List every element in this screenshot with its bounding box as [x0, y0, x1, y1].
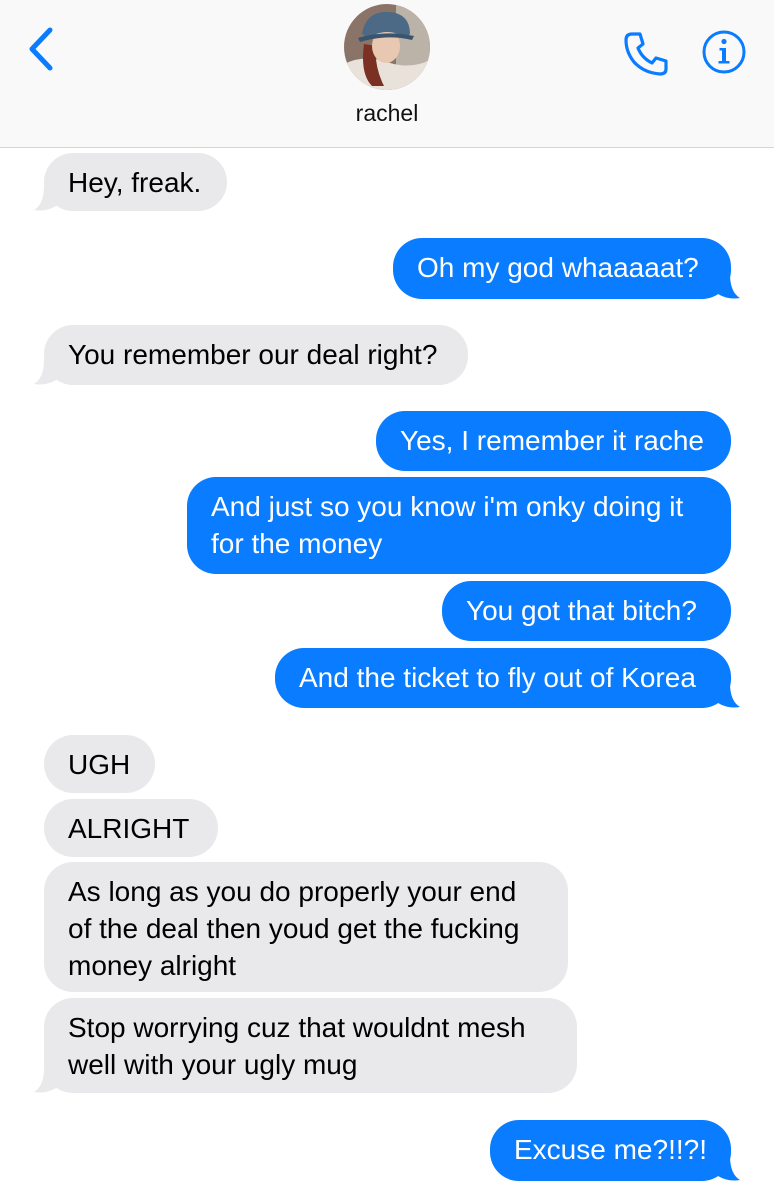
- message-text: ALRIGHT: [68, 813, 190, 844]
- message-text: UGH: [68, 749, 131, 780]
- message-text: Excuse me?!!?!: [514, 1134, 707, 1165]
- message-text: Stop worrying cuz that wouldnt mesh well…: [68, 1012, 526, 1080]
- bubble-tail: [718, 1156, 740, 1181]
- message-text: You remember our deal right?: [68, 339, 438, 370]
- message-bubble-outgoing[interactable]: You got that bitch?: [442, 581, 731, 641]
- message-text: And just so you know i'm onky doing it f…: [211, 491, 684, 559]
- chevron-left-icon: [29, 27, 53, 71]
- message-text: Yes, I remember it rache: [400, 425, 704, 456]
- avatar[interactable]: [344, 4, 430, 90]
- message-bubble-outgoing[interactable]: Oh my god whaaaaat?: [393, 238, 731, 299]
- message-text: Oh my god whaaaaat?: [417, 252, 699, 283]
- message-bubble-incoming[interactable]: Hey, freak.: [44, 153, 227, 211]
- info-icon: [702, 30, 746, 74]
- phone-icon: [624, 32, 668, 76]
- message-bubble-incoming[interactable]: ALRIGHT: [44, 799, 218, 857]
- message-bubble-outgoing[interactable]: Yes, I remember it rache: [376, 411, 731, 471]
- message-bubble-incoming[interactable]: You remember our deal right?: [44, 325, 468, 385]
- back-button[interactable]: [24, 26, 60, 72]
- contact-photo: [344, 4, 430, 90]
- call-button[interactable]: [622, 28, 672, 78]
- bubble-tail: [34, 1068, 56, 1093]
- message-bubble-incoming[interactable]: As long as you do properly your end of t…: [44, 862, 568, 992]
- contact-name[interactable]: rachel: [0, 100, 774, 127]
- message-bubble-incoming[interactable]: UGH: [44, 735, 155, 793]
- message-text: And the ticket to fly out of Korea: [299, 662, 696, 693]
- bubble-tail: [34, 360, 56, 385]
- message-text: As long as you do properly your end of t…: [68, 876, 520, 981]
- message-bubble-outgoing[interactable]: Excuse me?!!?!: [490, 1120, 731, 1181]
- message-text: You got that bitch?: [466, 595, 697, 626]
- message-text: Hey, freak.: [68, 167, 202, 198]
- message-bubble-outgoing[interactable]: And the ticket to fly out of Korea: [275, 648, 731, 708]
- message-bubble-incoming[interactable]: Stop worrying cuz that wouldnt mesh well…: [44, 998, 577, 1093]
- bubble-tail: [34, 186, 56, 211]
- bubble-tail: [718, 274, 740, 299]
- bubble-tail: [718, 683, 740, 708]
- info-button[interactable]: [701, 29, 747, 75]
- conversation-header: rachel: [0, 0, 774, 148]
- message-bubble-outgoing[interactable]: And just so you know i'm onky doing it f…: [187, 477, 731, 574]
